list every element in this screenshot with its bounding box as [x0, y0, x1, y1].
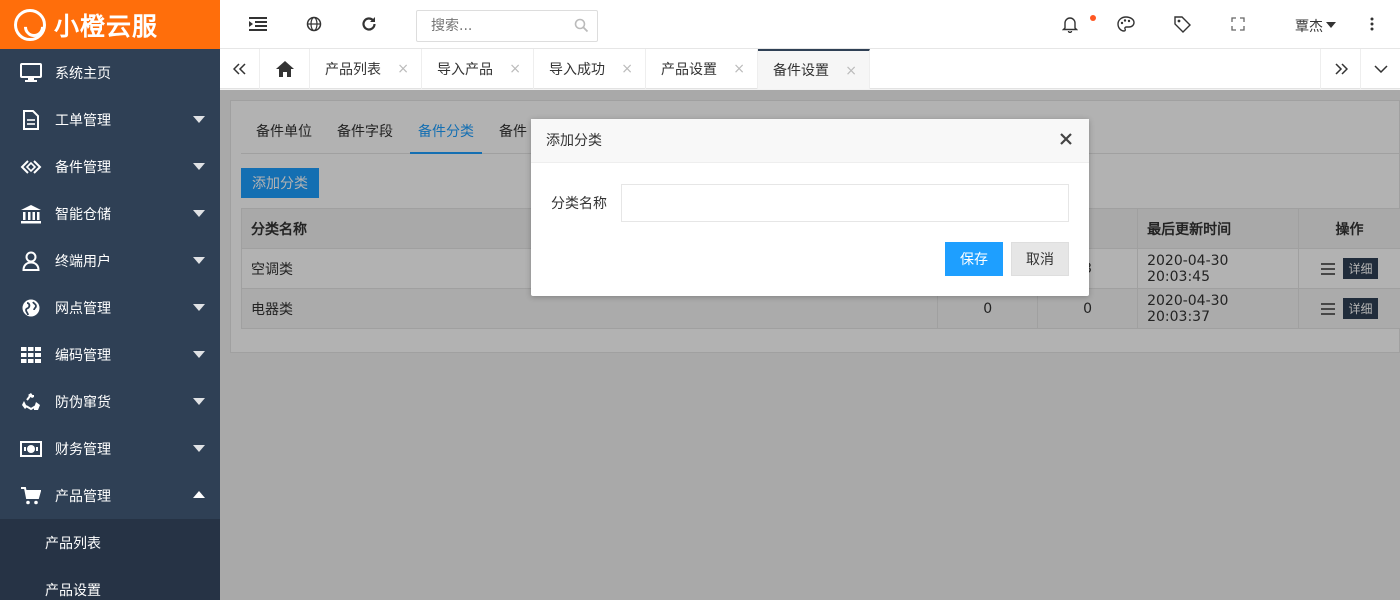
home-icon [275, 61, 294, 77]
sidebar-item-finance[interactable]: 财务管理 [0, 425, 220, 472]
bank-icon [20, 203, 42, 225]
sidebar-item-warehouse[interactable]: 智能仓储 [0, 190, 220, 237]
sidebar-item-outlets[interactable]: 网点管理 [0, 284, 220, 331]
search-icon[interactable] [574, 18, 589, 37]
category-name-label: 分类名称 [551, 196, 607, 212]
sidebar-item-coding[interactable]: 编码管理 [0, 331, 220, 378]
tab-label: 导入产品 [437, 62, 493, 78]
caret-down-icon [193, 304, 205, 311]
caret-down-icon [193, 116, 205, 123]
caret-down-icon [193, 445, 205, 452]
tag-icon[interactable] [1172, 14, 1192, 34]
caret-down-icon [193, 257, 205, 264]
sidebar-item-anticounterfeit[interactable]: 防伪窜货 [0, 378, 220, 425]
sidebar-item-endusers[interactable]: 终端用户 [0, 237, 220, 284]
cart-icon [20, 485, 42, 507]
caret-down-icon [193, 163, 205, 170]
sidebar-item-products[interactable]: 产品管理 [0, 472, 220, 519]
tab-sparepart-settings[interactable]: 备件设置 × [758, 49, 870, 89]
sidebar-item-home[interactable]: 系统主页 [0, 49, 220, 96]
sidebar-item-label: 编码管理 [55, 347, 111, 364]
caret-down-icon [193, 398, 205, 405]
fullscreen-icon[interactable] [1228, 14, 1248, 34]
grid-icon [20, 344, 42, 366]
tabs-scroll-right-button[interactable] [1320, 49, 1360, 89]
refresh-icon[interactable] [359, 14, 379, 34]
search-box [416, 10, 598, 42]
tabs-scroll-left-button[interactable] [220, 49, 260, 89]
menu-collapse-icon[interactable] [248, 14, 268, 34]
double-chevron-right-icon [1334, 63, 1348, 75]
tab-home[interactable] [260, 49, 310, 89]
link-icon [20, 156, 42, 178]
tab-product-settings[interactable]: 产品设置 × [646, 49, 758, 89]
caret-down-icon[interactable] [1326, 22, 1336, 28]
tab-import-product[interactable]: 导入产品 × [422, 49, 534, 89]
bell-icon[interactable] [1060, 14, 1080, 34]
sidebar-subitem-product-settings[interactable]: 产品设置 [0, 566, 220, 600]
username[interactable]: 覃杰 [1295, 16, 1323, 36]
dialog-title: 添加分类 [531, 119, 1089, 163]
close-icon[interactable]: × [733, 61, 745, 77]
close-icon[interactable]: × [397, 61, 409, 77]
top-bar: 覃杰 [220, 0, 1400, 49]
sidebar-subitem-product-list[interactable]: 产品列表 [0, 519, 220, 566]
tab-bar: 产品列表 × 导入产品 × 导入成功 × 产品设置 × 备件设置 × [220, 49, 1400, 89]
sidebar-item-label: 工单管理 [55, 112, 111, 129]
sidebar-item-label: 财务管理 [55, 441, 111, 458]
user-icon [20, 250, 42, 272]
tab-label: 产品列表 [325, 62, 381, 78]
close-icon[interactable]: × [845, 63, 857, 79]
sidebar-item-label: 防伪窜货 [55, 394, 111, 411]
close-icon[interactable]: × [621, 61, 633, 77]
logo[interactable]: 小橙云服 [0, 0, 220, 49]
cancel-button[interactable]: 取消 [1011, 242, 1069, 276]
sidebar-submenu: 产品列表 产品设置 [0, 519, 220, 600]
money-icon [20, 438, 42, 460]
monitor-icon [20, 62, 42, 84]
caret-down-icon [193, 351, 205, 358]
sidebar-item-label: 智能仓储 [55, 206, 111, 223]
tab-label: 导入成功 [549, 62, 605, 78]
sidebar-item-label: 系统主页 [55, 65, 111, 82]
close-icon[interactable]: × [509, 61, 521, 77]
recycle-icon [20, 391, 42, 413]
sidebar-nav: 系统主页 工单管理 备件管理 智能仓储 终端用户 网点管理 编码管理 防伪窜货 … [0, 49, 220, 519]
logo-icon [14, 8, 46, 41]
caret-down-icon [193, 210, 205, 217]
search-input[interactable] [417, 11, 557, 41]
sidebar-item-label: 网点管理 [55, 300, 111, 317]
save-button[interactable]: 保存 [945, 242, 1003, 276]
add-category-dialog: 添加分类 分类名称 保存 取消 [531, 119, 1089, 296]
tabs-menu-button[interactable] [1360, 49, 1400, 89]
sidebar-item-label: 产品管理 [55, 488, 111, 505]
sidebar-item-label: 备件管理 [55, 159, 111, 176]
globe-icon [20, 297, 42, 319]
brand-name: 小橙云服 [54, 11, 159, 41]
tab-label: 产品设置 [661, 62, 717, 78]
category-name-input[interactable] [621, 184, 1069, 222]
sidebar-item-workorders[interactable]: 工单管理 [0, 96, 220, 143]
sidebar: 小橙云服 系统主页 工单管理 备件管理 智能仓储 终端用户 网点管理 编码管理 … [0, 0, 220, 600]
double-chevron-left-icon [232, 63, 246, 75]
more-vertical-icon[interactable] [1362, 14, 1382, 34]
tab-import-success[interactable]: 导入成功 × [534, 49, 646, 89]
sidebar-item-label: 终端用户 [55, 253, 111, 270]
chevron-down-icon [1373, 65, 1388, 73]
tabs: 产品列表 × 导入产品 × 导入成功 × 产品设置 × 备件设置 × [260, 49, 870, 89]
close-icon[interactable] [1059, 132, 1073, 150]
sidebar-item-spareparts[interactable]: 备件管理 [0, 143, 220, 190]
caret-up-icon [193, 491, 205, 498]
tab-label: 备件设置 [773, 63, 829, 79]
palette-icon[interactable] [1116, 14, 1136, 34]
tab-product-list[interactable]: 产品列表 × [310, 49, 422, 89]
notification-dot [1090, 15, 1096, 21]
globe-icon[interactable] [304, 14, 324, 34]
document-icon [20, 109, 42, 131]
